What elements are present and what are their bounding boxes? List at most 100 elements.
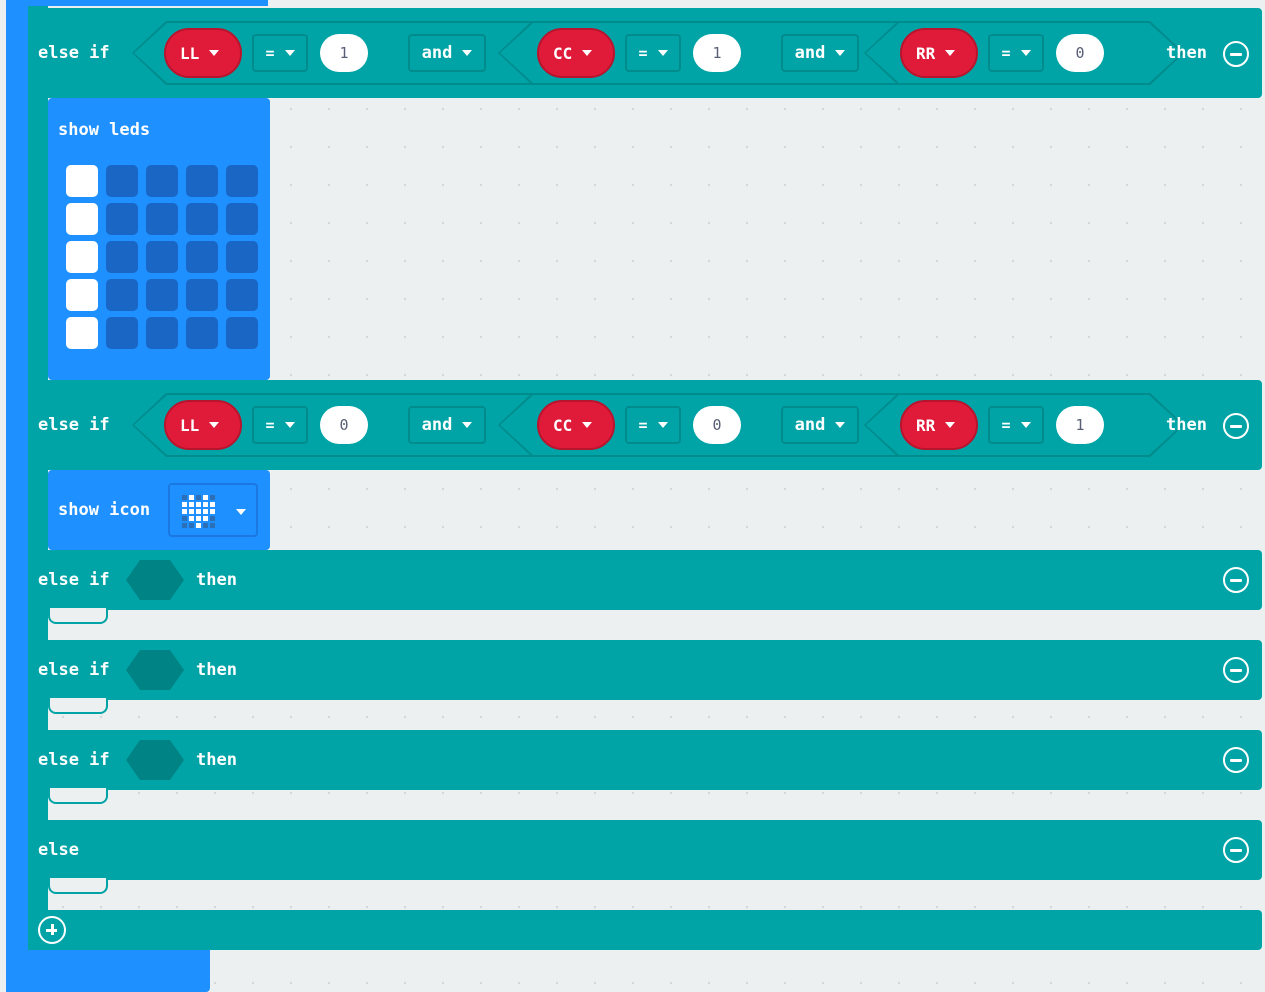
led-grid[interactable] — [66, 165, 258, 349]
else-if-label: else if — [38, 415, 110, 435]
led-cell[interactable] — [66, 241, 98, 273]
led-cell[interactable] — [66, 279, 98, 311]
led-cell[interactable] — [106, 279, 138, 311]
empty-statement-slot[interactable] — [48, 608, 108, 624]
number-input[interactable]: 1 — [693, 34, 741, 72]
chevron-down-icon — [657, 50, 668, 56]
icon-pixel — [196, 495, 201, 500]
led-cell[interactable] — [66, 165, 98, 197]
led-cell[interactable] — [106, 165, 138, 197]
led-cell[interactable] — [186, 279, 218, 311]
led-cell[interactable] — [186, 241, 218, 273]
remove-branch-icon[interactable] — [1223, 837, 1249, 863]
led-cell[interactable] — [106, 203, 138, 235]
led-cell[interactable] — [66, 317, 98, 349]
remove-branch-icon[interactable] — [1223, 657, 1249, 683]
operator-dropdown[interactable]: = — [252, 406, 308, 444]
operator-dropdown[interactable]: = — [625, 406, 681, 444]
led-cell[interactable] — [226, 317, 258, 349]
led-cell[interactable] — [226, 279, 258, 311]
empty-statement-slot[interactable] — [48, 698, 108, 714]
chevron-down-icon — [582, 50, 593, 56]
empty-condition-slot[interactable] — [126, 650, 184, 690]
icon-pixel — [203, 509, 208, 514]
else-if-row-4[interactable]: else if then — [28, 640, 1262, 700]
remove-branch-icon[interactable] — [1223, 567, 1249, 593]
led-cell[interactable] — [66, 203, 98, 235]
remove-branch-icon[interactable] — [1223, 747, 1249, 773]
icon-pixel — [182, 509, 187, 514]
icon-pixel — [182, 502, 187, 507]
led-cell[interactable] — [146, 203, 178, 235]
else-if-row-3[interactable]: else if then — [28, 550, 1262, 610]
variable-rr[interactable]: RR — [900, 400, 978, 450]
else-row[interactable]: else — [28, 820, 1262, 880]
number-input[interactable]: 1 — [320, 34, 368, 72]
icon-pixel — [182, 516, 187, 521]
else-if-label: else if — [38, 43, 110, 63]
and-operator-dropdown[interactable]: and — [781, 406, 859, 444]
icon-pixel — [182, 523, 187, 528]
chevron-down-icon — [209, 50, 220, 56]
led-cell[interactable] — [186, 317, 218, 349]
remove-branch-icon[interactable] — [1223, 413, 1249, 439]
variable-ll[interactable]: LL — [164, 28, 242, 78]
icon-pixel — [196, 509, 201, 514]
icon-pixel — [182, 495, 187, 500]
icon-dropdown[interactable] — [168, 483, 258, 537]
icon-pixel — [210, 516, 215, 521]
operator-dropdown[interactable]: = — [988, 406, 1044, 444]
icon-pixel — [210, 523, 215, 528]
led-cell[interactable] — [146, 241, 178, 273]
chevron-down-icon — [462, 50, 473, 56]
operator-dropdown[interactable]: = — [252, 34, 308, 72]
number-input[interactable]: 0 — [320, 406, 368, 444]
variable-cc[interactable]: CC — [537, 400, 615, 450]
chevron-down-icon — [1020, 50, 1031, 56]
empty-statement-slot[interactable] — [48, 878, 108, 894]
number-input[interactable]: 0 — [693, 406, 741, 444]
chevron-down-icon — [945, 50, 956, 56]
variable-cc[interactable]: CC — [537, 28, 615, 78]
else-label: else — [38, 840, 79, 860]
led-cell[interactable] — [106, 317, 138, 349]
icon-pixel — [189, 516, 194, 521]
and-operator-dropdown[interactable]: and — [408, 34, 486, 72]
icon-pixel — [189, 523, 194, 528]
led-cell[interactable] — [186, 165, 218, 197]
operator-dropdown[interactable]: = — [988, 34, 1044, 72]
chevron-down-icon — [657, 422, 668, 428]
if-block-spine[interactable] — [28, 6, 48, 950]
empty-condition-slot[interactable] — [126, 740, 184, 780]
operator-dropdown[interactable]: = — [625, 34, 681, 72]
icon-pixel — [189, 502, 194, 507]
chevron-down-icon — [284, 50, 295, 56]
icon-pixel — [189, 495, 194, 500]
variable-ll[interactable]: LL — [164, 400, 242, 450]
and-operator-dropdown[interactable]: and — [408, 406, 486, 444]
add-branch-icon[interactable] — [38, 916, 66, 944]
remove-branch-icon[interactable] — [1223, 41, 1249, 67]
variable-rr[interactable]: RR — [900, 28, 978, 78]
icon-pixel — [196, 516, 201, 521]
led-cell[interactable] — [146, 279, 178, 311]
led-cell[interactable] — [146, 165, 178, 197]
led-cell[interactable] — [146, 317, 178, 349]
icon-pixel — [203, 502, 208, 507]
number-input[interactable]: 1 — [1056, 406, 1104, 444]
led-cell[interactable] — [106, 241, 138, 273]
and-operator-dropdown[interactable]: and — [781, 34, 859, 72]
empty-statement-slot[interactable] — [48, 788, 108, 804]
show-leds-label: show leds — [58, 120, 151, 140]
led-cell[interactable] — [186, 203, 218, 235]
else-if-row-1[interactable]: else if LL = 1 and CC = 1 and RR = 0 the… — [28, 8, 1262, 98]
led-cell[interactable] — [226, 165, 258, 197]
else-if-row-2[interactable]: else if LL = 0 and CC = 0 and RR = 1 the… — [28, 380, 1262, 470]
else-if-label: else if — [38, 570, 110, 590]
icon-pixel — [196, 523, 201, 528]
empty-condition-slot[interactable] — [126, 560, 184, 600]
led-cell[interactable] — [226, 241, 258, 273]
number-input[interactable]: 0 — [1056, 34, 1104, 72]
led-cell[interactable] — [226, 203, 258, 235]
else-if-row-5[interactable]: else if then — [28, 730, 1262, 790]
